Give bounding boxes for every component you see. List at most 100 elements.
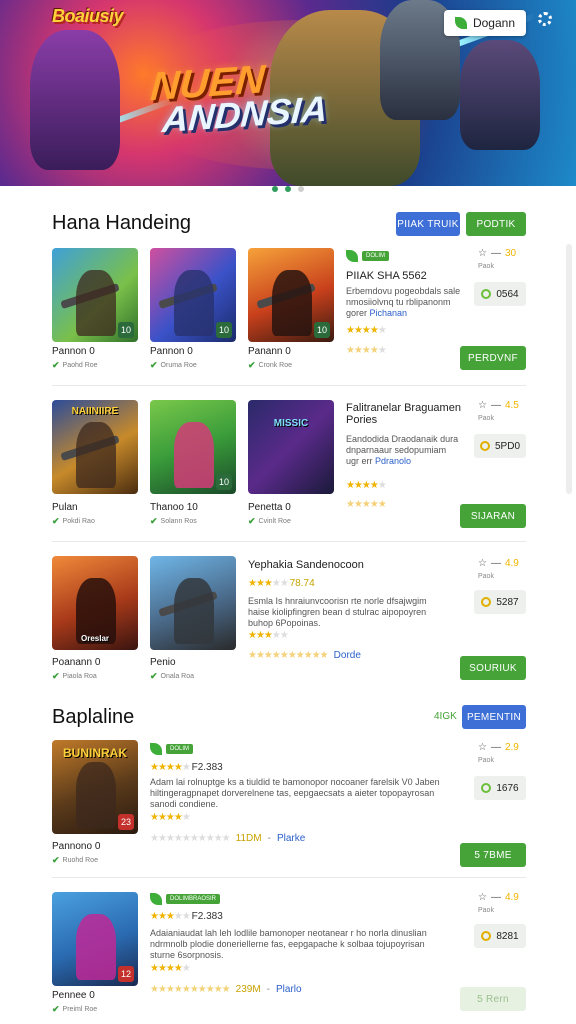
carousel-dot[interactable] <box>272 186 278 192</box>
game-name[interactable]: Thanoo 10 <box>150 502 198 513</box>
count-pill[interactable]: 5287 <box>474 590 526 614</box>
tag-label: DOLIMBRAOSIR <box>166 894 221 904</box>
ring-icon <box>481 289 492 299</box>
action-button[interactable]: SOURIUK <box>460 656 526 680</box>
meta-link[interactable]: Plarlo <box>276 984 302 995</box>
carousel-dot[interactable] <box>298 186 304 192</box>
meta-line: ★★★★★★★★★★ 239M - Plarlo <box>150 984 302 995</box>
sort-button[interactable]: PODTIK <box>466 212 526 236</box>
game-thumbnail[interactable]: 10 <box>52 248 138 342</box>
game-name[interactable]: Panann 0 <box>248 346 291 357</box>
game-subtitle: ✔ Solann Ros <box>150 516 197 526</box>
section-title: Baplaline <box>52 706 135 728</box>
scrollbar[interactable] <box>566 244 572 494</box>
action-button[interactable]: 5 Rern <box>460 987 526 1011</box>
score-label: Paok <box>478 263 494 270</box>
check-icon: ✔ <box>52 855 60 865</box>
ring-icon <box>481 783 492 793</box>
game-subtitle: ✔ Onala Roa <box>150 671 195 681</box>
thumbnail-caption: MISSIC <box>273 418 309 429</box>
game-subtitle: ✔ Pokdi Rao <box>52 516 95 526</box>
game-thumbnail[interactable] <box>150 556 236 650</box>
star-rating-secondary: ★★★★★ <box>346 345 387 356</box>
character-figure <box>272 270 312 336</box>
rating-value: F2.383 <box>191 762 223 773</box>
filter-button[interactable]: PIIAK TRUIK <box>396 212 460 236</box>
star-rating-secondary: ★★★★★ <box>346 499 387 510</box>
rating-badge: 23 <box>118 814 134 830</box>
action-button[interactable]: SIJARAN <box>460 504 526 528</box>
game-thumbnail[interactable]: MISSIC <box>248 400 334 494</box>
score-label: Paok <box>478 757 494 764</box>
game-thumbnail[interactable]: BUNINRAK 23 <box>52 740 138 834</box>
info-title[interactable]: Falitranelar Braguamen Pories <box>346 402 461 426</box>
info-tag: DOLIM <box>150 743 194 755</box>
rating-badge: 10 <box>314 322 330 338</box>
check-icon: ✔ <box>52 360 60 370</box>
game-thumbnail[interactable]: 10 <box>248 248 334 342</box>
game-thumbnail[interactable]: 10 <box>150 248 236 342</box>
login-button[interactable]: Dogann <box>444 10 526 36</box>
character-figure <box>174 422 214 488</box>
action-button[interactable]: PERDVNF <box>460 346 526 370</box>
character-figure <box>174 270 214 336</box>
score: ☆ —4.5 <box>478 400 519 411</box>
download-count: 11DM <box>235 833 262 844</box>
count-pill[interactable]: 5PD0 <box>474 434 526 458</box>
action-button[interactable]: 5 7BME <box>460 843 526 867</box>
game-name[interactable]: Pannon 0 <box>150 346 193 357</box>
leaf-icon <box>346 250 358 262</box>
carousel-dots <box>272 186 304 192</box>
thumbnail-caption: Oreslar <box>80 634 110 643</box>
game-name[interactable]: Penetta 0 <box>248 502 291 513</box>
view-more-button[interactable]: PEMENTIN <box>462 705 526 729</box>
hero-robot-figure <box>30 30 120 170</box>
game-subtitle: ✔ Paohd Roe <box>52 360 98 370</box>
gear-icon[interactable] <box>538 12 552 26</box>
game-name[interactable]: Pulan <box>52 502 78 513</box>
info-description: Adam lai rolnuptge ks a tiuldid te bamon… <box>150 777 440 809</box>
game-name[interactable]: Poanann 0 <box>52 657 100 668</box>
game-thumbnail[interactable]: 10 <box>150 400 236 494</box>
hero-mech-figure <box>460 40 540 150</box>
game-thumbnail[interactable]: Oreslar <box>52 556 138 650</box>
rating-value: F2.383 <box>191 911 223 922</box>
game-subtitle: ✔ Preiml Roe <box>52 1004 98 1014</box>
leaf-icon <box>454 17 467 29</box>
star-rating-secondary: ★★★★★ <box>248 630 289 641</box>
hero-banner[interactable]: Boaiusiy NUEN ANDNSIA Dogann <box>0 0 576 186</box>
info-description: Eandodida Draodanaik dura dnparnaaur sed… <box>346 434 459 466</box>
meta-link[interactable]: Dorde <box>334 650 361 661</box>
description-link[interactable]: Pichanan <box>370 308 408 318</box>
divider <box>52 541 526 542</box>
game-name[interactable]: Pannon 0 <box>52 346 95 357</box>
ring-icon <box>481 931 492 941</box>
star-rating: ★★★★★ F2.383 <box>150 911 223 922</box>
rating-badge: 12 <box>118 966 134 982</box>
game-name[interactable]: Pennee 0 <box>52 990 95 1001</box>
meta-link[interactable]: Plarke <box>277 833 305 844</box>
rating-badge: 10 <box>216 474 232 490</box>
star-rating: ★★★★★ <box>346 325 387 336</box>
game-name[interactable]: Penio <box>150 657 176 668</box>
ring-icon <box>479 441 490 451</box>
count-pill[interactable]: 0564 <box>474 282 526 306</box>
divider <box>52 385 526 386</box>
info-title[interactable]: Yephakia Sandenocoon <box>248 559 364 571</box>
count-pill[interactable]: 8281 <box>474 924 526 948</box>
description-link[interactable]: Pdranolo <box>375 456 411 466</box>
game-thumbnail[interactable]: 12 <box>52 892 138 986</box>
game-subtitle: ✔ Oruma Roe <box>150 360 197 370</box>
game-thumbnail[interactable]: NAIINIIRE <box>52 400 138 494</box>
ring-icon <box>481 597 492 607</box>
count-pill[interactable]: 1676 <box>474 776 526 800</box>
app-logo[interactable]: Boaiusiy <box>52 6 124 27</box>
divider <box>52 877 526 878</box>
info-title[interactable]: PIIAK SHA 5562 <box>346 270 427 282</box>
star-rating-secondary: ★★★★★ <box>150 963 191 974</box>
section-title: Hana Handeing <box>52 212 191 234</box>
thumbnail-caption: BUNINRAK <box>63 746 127 760</box>
carousel-dot[interactable] <box>285 186 291 192</box>
info-tag: DOLIM <box>346 250 390 262</box>
game-name[interactable]: Pannono 0 <box>52 841 100 852</box>
